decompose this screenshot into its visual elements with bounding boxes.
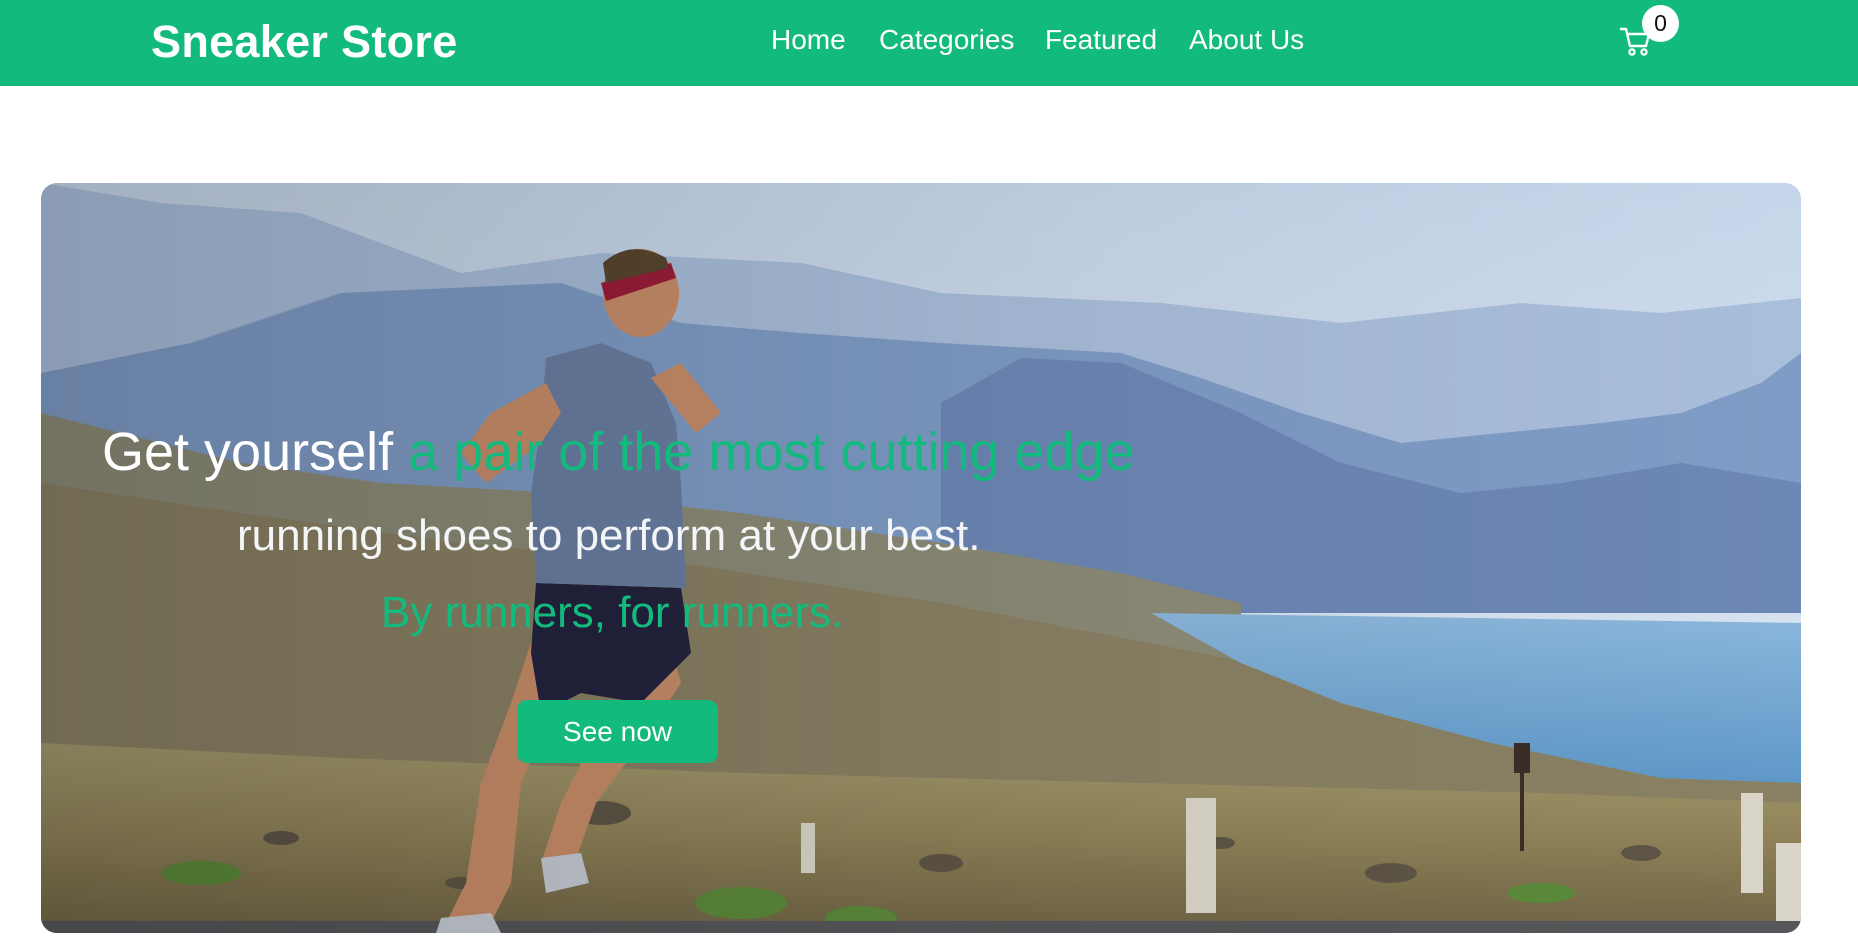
hero-subline: running shoes to perform at your best.	[237, 511, 981, 560]
hero-headline: Get yourself a pair of the most cutting …	[102, 421, 1135, 483]
nav-categories[interactable]: Categories	[879, 24, 1014, 56]
hero-headline-plain: Get yourself	[102, 422, 394, 482]
hero-banner: Get yourself a pair of the most cutting …	[41, 183, 1801, 933]
hero-tagline: By runners, for runners.	[381, 588, 844, 637]
nav-featured[interactable]: Featured	[1045, 24, 1157, 56]
cart-count-badge: 0	[1642, 5, 1679, 42]
top-navbar: Sneaker Store Home Categories Featured A…	[0, 0, 1858, 86]
see-now-button[interactable]: See now	[517, 700, 718, 763]
brand-logo[interactable]: Sneaker Store	[151, 16, 458, 68]
nav-about-us[interactable]: About Us	[1189, 24, 1304, 56]
hero-headline-accent: a pair of the most cutting edge	[408, 422, 1135, 482]
nav-home[interactable]: Home	[771, 24, 846, 56]
